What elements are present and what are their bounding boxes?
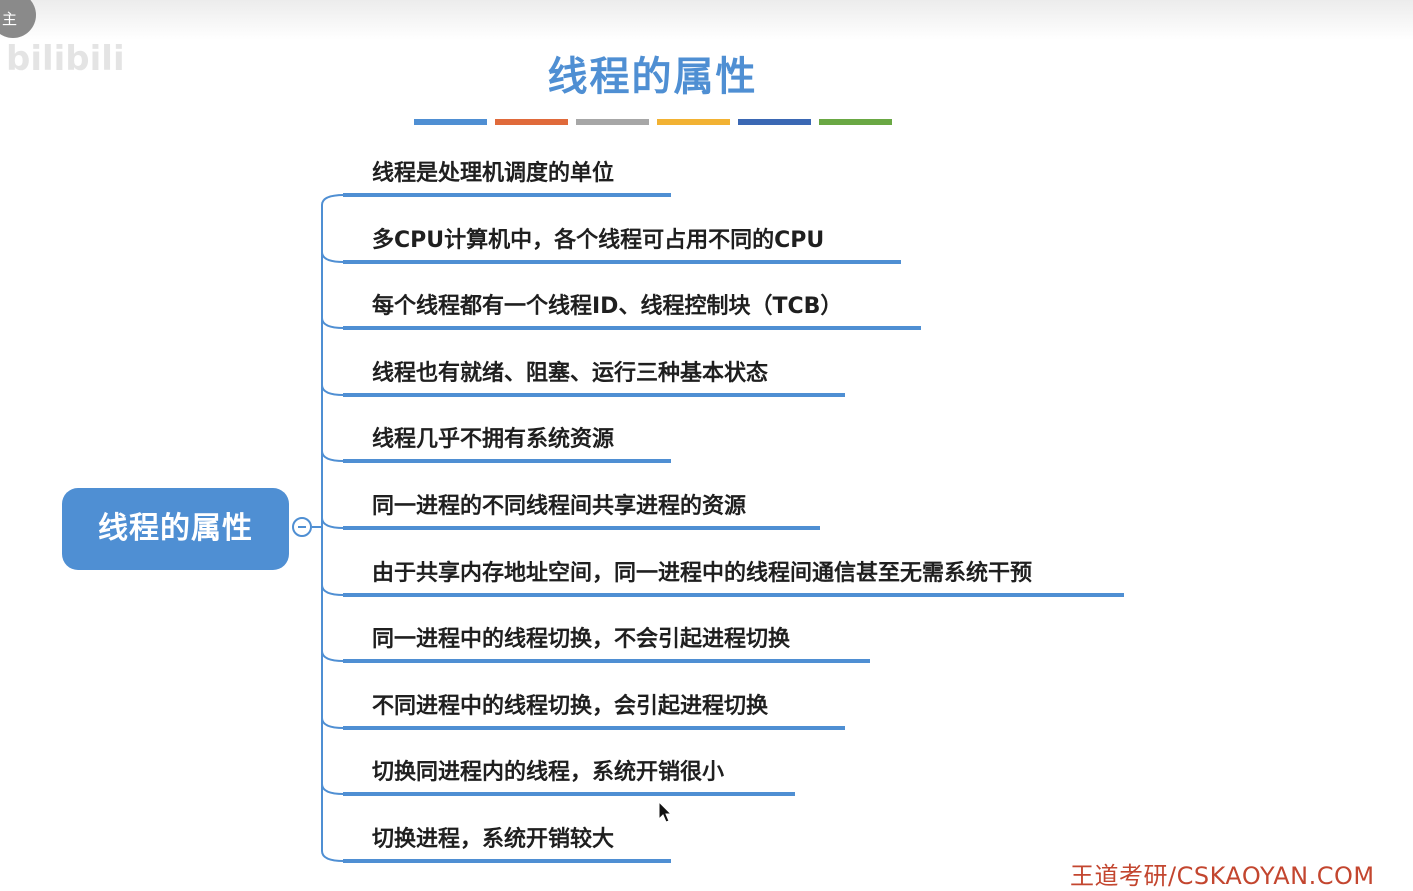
branch-label[interactable]: 线程是处理机调度的单位 <box>372 155 614 187</box>
branch-label[interactable]: 由于共享内存地址空间，同一进程中的线程间通信甚至无需系统干预 <box>372 555 1032 587</box>
connector-path <box>312 194 345 862</box>
branch-label[interactable]: 多CPU计算机中，各个线程可占用不同的CPU <box>372 222 824 254</box>
mouse-cursor-icon <box>658 801 673 823</box>
branch-underline <box>343 593 1124 597</box>
branch-label[interactable]: 不同进程中的线程切换，会引起进程切换 <box>372 688 768 720</box>
branch-underline <box>343 459 671 463</box>
branch-label[interactable]: 切换同进程内的线程，系统开销很小 <box>372 754 724 786</box>
branch-underline <box>343 326 921 330</box>
branch-label[interactable]: 每个线程都有一个线程ID、线程控制块（TCB） <box>372 288 842 320</box>
branch-underline <box>343 726 845 730</box>
branch-underline <box>343 859 671 863</box>
branch-label[interactable]: 切换进程，系统开销较大 <box>372 821 614 853</box>
collapse-icon[interactable] <box>292 517 312 537</box>
branch-label[interactable]: 线程也有就绪、阻塞、运行三种基本状态 <box>372 355 768 387</box>
branch-underline <box>343 260 901 264</box>
branch-label[interactable]: 同一进程中的线程切换，不会引起进程切换 <box>372 621 790 653</box>
branch-label[interactable]: 线程几乎不拥有系统资源 <box>372 421 614 453</box>
branch-label[interactable]: 同一进程的不同线程间共享进程的资源 <box>372 488 746 520</box>
branch-underline <box>343 526 820 530</box>
branch-underline <box>343 792 795 796</box>
root-node[interactable]: 线程的属性 <box>62 488 289 570</box>
branch-underline <box>343 659 870 663</box>
footer-watermark: 王道考研/CSKAOYAN.COM <box>1070 862 1375 890</box>
branch-underline <box>343 193 671 197</box>
branch-underline <box>343 393 845 397</box>
branch-connector <box>312 194 345 862</box>
